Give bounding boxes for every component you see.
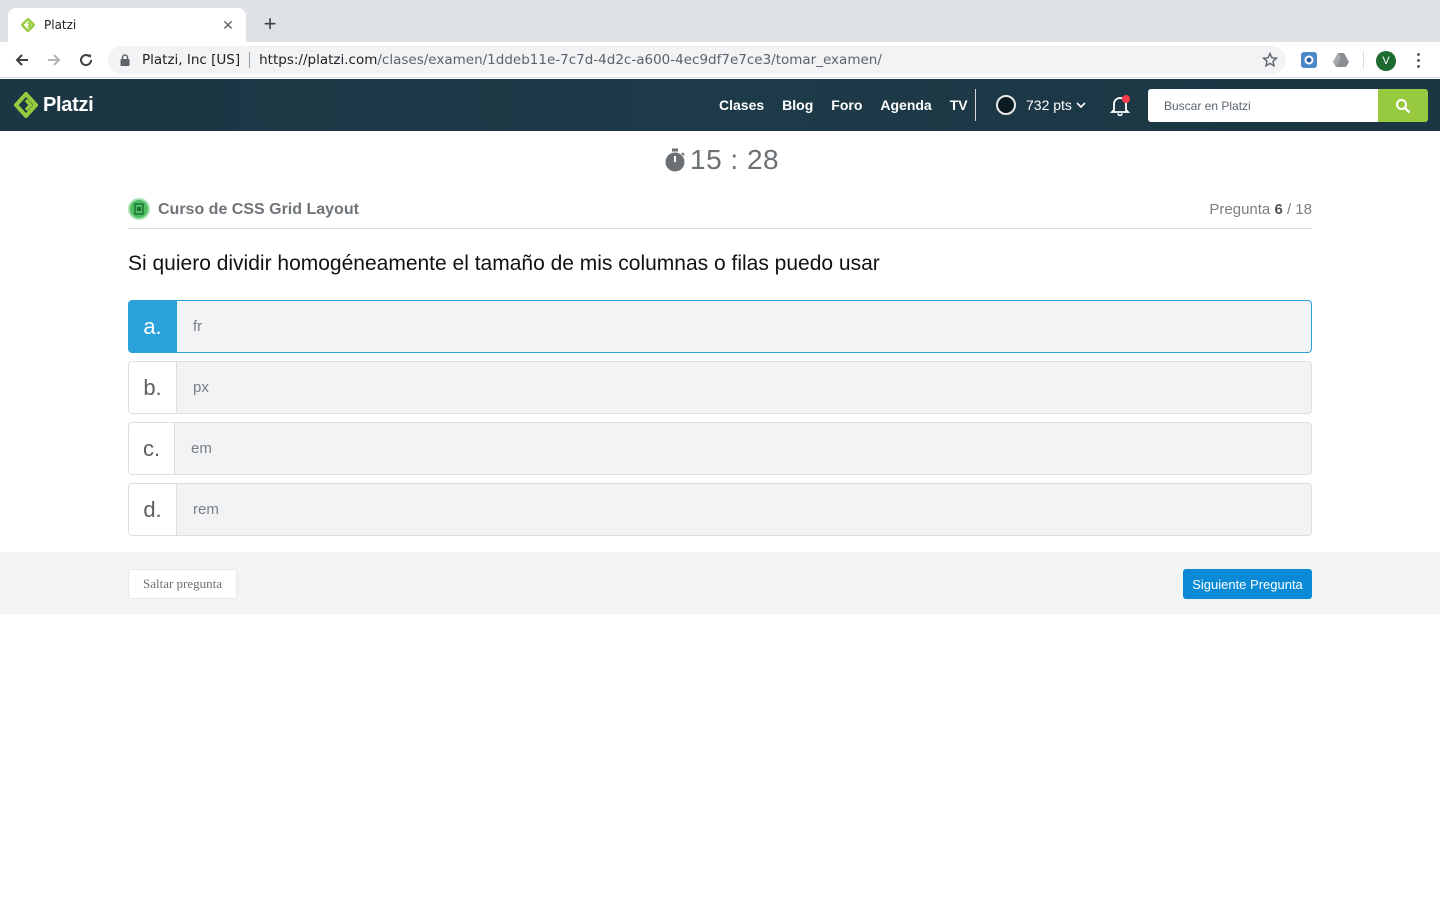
browser-tab-strip: Platzi ✕ + xyxy=(0,0,1440,42)
browser-tab[interactable]: Platzi ✕ xyxy=(8,8,246,42)
course-title: Curso de CSS Grid Layout xyxy=(158,201,359,218)
chevron-down-icon xyxy=(1076,102,1086,109)
question-counter-label: Pregunta xyxy=(1209,201,1271,218)
toolbar-divider xyxy=(1363,51,1364,69)
platzi-favicon-icon xyxy=(20,17,36,33)
timer-text: 15 : 28 xyxy=(690,144,780,175)
option-letter: c. xyxy=(129,423,175,474)
nav-tv[interactable]: TV xyxy=(950,97,968,113)
points-menu[interactable]: 732 pts xyxy=(996,93,1086,117)
tab-title: Platzi xyxy=(44,18,77,32)
option-letter: d. xyxy=(129,484,177,535)
platzi-logo[interactable]: Platzi xyxy=(14,92,94,118)
close-tab-icon[interactable]: ✕ xyxy=(220,17,236,33)
option-letter: a. xyxy=(129,301,177,352)
answer-option-d[interactable]: d. rem xyxy=(128,483,1312,536)
profile-avatar[interactable]: V xyxy=(1376,51,1396,71)
header-divider xyxy=(975,89,976,121)
url-path: /clases/examen/1ddeb11e-7c7d-4d2c-a600-4… xyxy=(377,52,882,68)
lock-icon xyxy=(120,53,132,67)
question-text: Si quiero dividir homogéneamente el tama… xyxy=(128,252,880,275)
question-total: / 18 xyxy=(1286,201,1312,218)
option-letter: b. xyxy=(129,362,177,413)
nav-agenda[interactable]: Agenda xyxy=(880,97,931,113)
forward-arrow-icon[interactable] xyxy=(42,48,66,72)
drive-extension-icon[interactable] xyxy=(1332,51,1350,69)
skip-question-button[interactable]: Saltar pregunta xyxy=(128,569,237,599)
nav-blog[interactable]: Blog xyxy=(782,97,813,113)
url-host: https://platzi.com xyxy=(259,52,378,68)
url-text: https://platzi.com/clases/examen/1ddeb11… xyxy=(259,52,882,68)
main-nav: Clases Blog Foro Agenda TV xyxy=(719,79,968,131)
logo-text: Platzi xyxy=(43,93,94,116)
answer-option-a[interactable]: a. fr xyxy=(128,300,1312,353)
new-tab-button[interactable]: + xyxy=(258,11,282,36)
answer-option-c[interactable]: c. em xyxy=(128,422,1312,475)
exam-timer: 15 : 28 xyxy=(664,144,779,176)
reload-icon[interactable] xyxy=(74,48,98,72)
course-badge-icon xyxy=(128,198,150,220)
site-identity: Platzi, Inc [US] xyxy=(142,52,241,68)
bookmark-star-icon[interactable] xyxy=(1261,51,1279,68)
browser-toolbar: Platzi, Inc [US] https://platzi.com/clas… xyxy=(0,42,1440,78)
option-text: em xyxy=(191,440,212,457)
browser-menu-icon[interactable] xyxy=(1410,50,1426,70)
option-text: fr xyxy=(193,318,203,335)
search-input[interactable] xyxy=(1148,89,1378,122)
extension-screen-icon[interactable] xyxy=(1300,51,1318,69)
back-arrow-icon[interactable] xyxy=(10,48,34,72)
omnibox-divider xyxy=(249,52,251,68)
platzi-logo-icon xyxy=(14,92,38,118)
user-avatar xyxy=(996,95,1016,115)
nav-clases[interactable]: Clases xyxy=(719,97,764,113)
search-button[interactable] xyxy=(1378,89,1428,122)
stopwatch-icon xyxy=(665,148,685,172)
answer-option-b[interactable]: b. px xyxy=(128,361,1312,414)
address-bar[interactable]: Platzi, Inc [US] https://platzi.com/clas… xyxy=(108,46,1286,74)
option-text: px xyxy=(193,379,209,396)
next-question-button[interactable]: Siguiente Pregunta xyxy=(1183,569,1312,599)
search-icon xyxy=(1396,98,1411,113)
course-row: Curso de CSS Grid Layout Pregunta 6 / 18 xyxy=(128,198,1312,229)
nav-foro[interactable]: Foro xyxy=(831,97,862,113)
points-label: 732 pts xyxy=(1026,97,1072,113)
notification-dot xyxy=(1122,95,1130,103)
question-counter: Pregunta 6 / 18 xyxy=(1209,201,1312,218)
question-current: 6 xyxy=(1274,201,1283,218)
option-text: rem xyxy=(193,501,219,518)
